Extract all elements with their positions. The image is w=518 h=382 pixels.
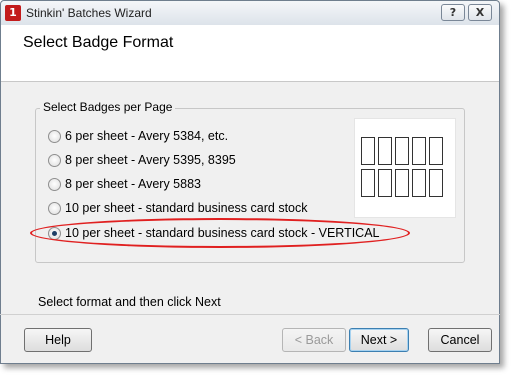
option-8-per-sheet-5883[interactable]: 8 per sheet - Avery 5883 (48, 176, 201, 192)
footer-divider (0, 314, 500, 315)
preview-card (429, 137, 443, 165)
app-icon: 1 (5, 5, 21, 21)
highlight-ellipse (30, 218, 410, 248)
window-title: Stinkin' Batches Wizard (26, 6, 152, 20)
close-title-button[interactable]: X (468, 4, 492, 21)
next-button[interactable]: Next > (349, 328, 409, 352)
wizard-header: Select Badge Format (1, 25, 499, 82)
preview-card (378, 169, 392, 197)
back-button[interactable]: < Back (282, 328, 346, 352)
preview-card (395, 137, 409, 165)
option-6-per-sheet[interactable]: 6 per sheet - Avery 5384, etc. (48, 128, 228, 144)
radio-button[interactable] (48, 177, 61, 191)
option-label: 8 per sheet - Avery 5395, 8395 (65, 153, 236, 167)
preview-card (378, 137, 392, 165)
radio-button[interactable] (48, 201, 61, 215)
help-title-button[interactable]: ? (441, 4, 465, 21)
preview-card (429, 169, 443, 197)
preview-card (395, 169, 409, 197)
preview-card (361, 137, 375, 165)
preview-card (412, 137, 426, 165)
option-label: 10 per sheet - standard business card st… (65, 201, 308, 215)
radio-button[interactable] (48, 153, 61, 167)
title-bar: 1 Stinkin' Batches Wizard ? X (1, 1, 499, 26)
preview-card (361, 169, 375, 197)
option-10-per-sheet[interactable]: 10 per sheet - standard business card st… (48, 200, 308, 216)
cancel-button[interactable]: Cancel (428, 328, 492, 352)
option-label: 8 per sheet - Avery 5883 (65, 177, 201, 191)
badge-layout-preview (354, 118, 456, 218)
group-legend: Select Badges per Page (40, 100, 176, 114)
radio-button[interactable] (48, 129, 61, 143)
option-label: 6 per sheet - Avery 5384, etc. (65, 129, 229, 143)
option-8-per-sheet-5395[interactable]: 8 per sheet - Avery 5395, 8395 (48, 152, 236, 168)
page-title: Select Badge Format (23, 34, 174, 51)
preview-card (412, 169, 426, 197)
help-button[interactable]: Help (24, 328, 92, 352)
status-text: Select format and then click Next (38, 295, 221, 309)
